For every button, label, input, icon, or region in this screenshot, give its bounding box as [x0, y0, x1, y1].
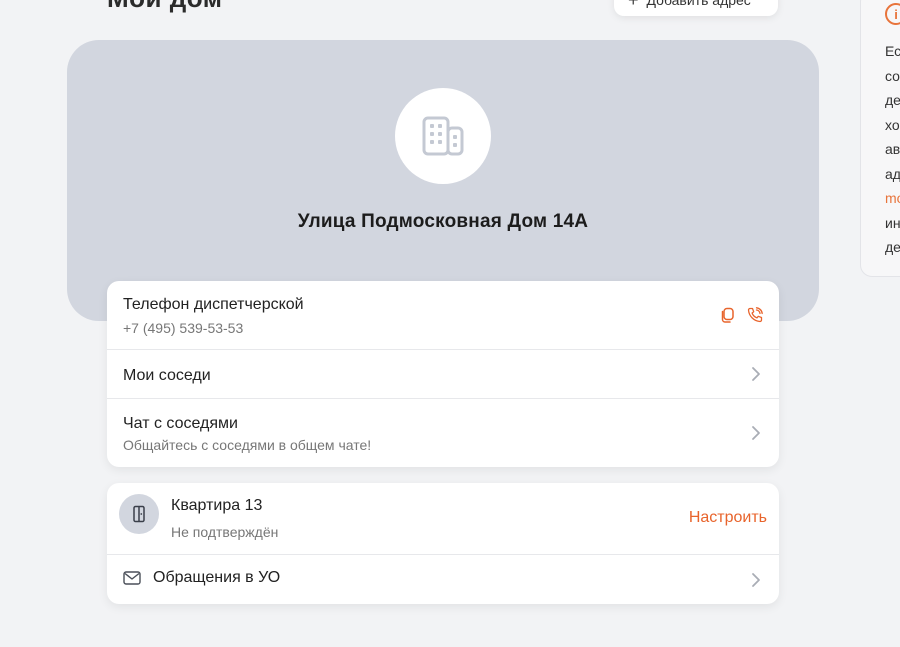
info-line: де	[885, 92, 900, 108]
neighbors-chat-title: Чат с соседями	[123, 415, 238, 432]
door-icon-wrap	[119, 494, 159, 534]
neighbors-row[interactable]: Мои соседи	[107, 350, 779, 399]
flat-row[interactable]: Квартира 13 Не подтверждён Настроить	[107, 483, 779, 555]
house-header: Улица Подмосковная Дом 14А	[67, 40, 819, 321]
neighbors-chat-row[interactable]: Чат с соседями Общайтесь с соседями в об…	[107, 399, 779, 467]
neighbors-title: Мои соседи	[123, 367, 211, 384]
appeals-title: Обращения в УО	[153, 569, 281, 586]
add-address-label: Добавить адрес	[646, 0, 751, 8]
chevron-right-icon	[752, 426, 760, 440]
info-icon: i	[885, 3, 900, 25]
phone-call-icon[interactable]	[747, 307, 763, 323]
copy-icon[interactable]	[719, 307, 735, 323]
flat-setup-link[interactable]: Настроить	[689, 509, 767, 527]
info-line: ин	[885, 214, 900, 231]
info-line: Ес	[885, 43, 900, 59]
appeals-row[interactable]: Обращения в УО	[107, 555, 779, 604]
flat-card: Квартира 13 Не подтверждён Настроить Обр…	[107, 483, 779, 604]
info-panel: i Ес со де хо ав ад mo ин де	[860, 0, 900, 277]
house-avatar	[395, 88, 491, 184]
neighbors-chat-subtitle: Общайтесь с соседями в общем чате!	[123, 437, 372, 453]
dispatcher-phone-title: Телефон диспетчерской	[123, 296, 304, 313]
info-line: ад	[885, 165, 900, 182]
house-info-card: Телефон диспетчерской +7 (495) 539-53-53…	[107, 281, 779, 467]
building-icon	[422, 116, 464, 156]
plus-icon: +	[628, 0, 639, 10]
dispatcher-phone-row: Телефон диспетчерской +7 (495) 539-53-53	[107, 281, 779, 350]
info-line: со	[885, 67, 900, 84]
info-line: хо	[885, 116, 900, 133]
house-address: Улица Подмосковная Дом 14А	[297, 211, 589, 232]
door-icon	[133, 505, 145, 523]
dispatcher-phone-number: +7 (495) 539-53-53	[123, 320, 244, 336]
info-link[interactable]: mo	[885, 186, 900, 211]
phone-actions	[719, 307, 763, 323]
add-address-button[interactable]: + Добавить адрес	[614, 0, 778, 16]
chevron-right-icon	[752, 572, 760, 587]
mail-icon	[123, 571, 141, 585]
info-line: ав	[885, 141, 900, 157]
flat-title: Квартира 13	[171, 497, 263, 514]
page-title: Мой дом	[107, 0, 223, 12]
chevron-right-icon	[752, 367, 760, 381]
flat-status: Не подтверждён	[171, 524, 279, 540]
info-line: де	[885, 239, 900, 255]
